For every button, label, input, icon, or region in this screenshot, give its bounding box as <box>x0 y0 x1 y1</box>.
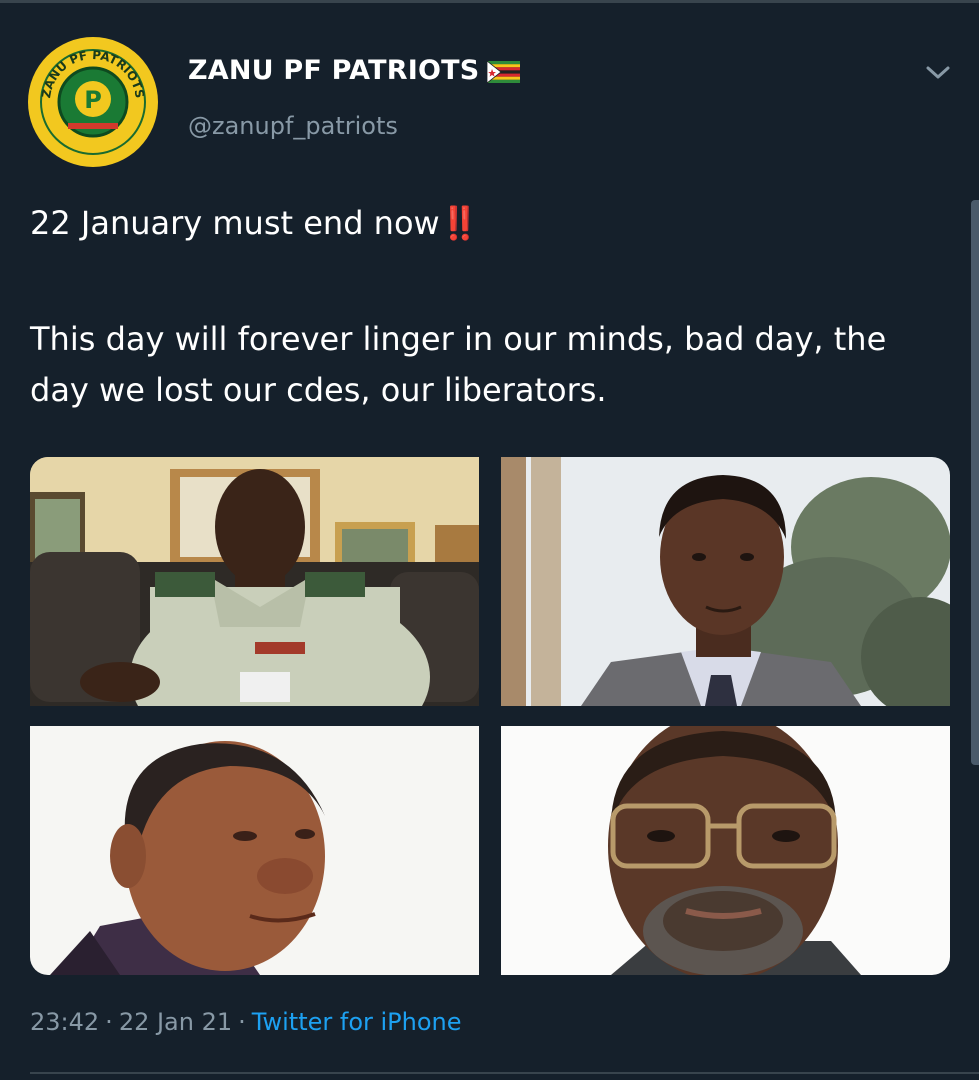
tweet-date[interactable]: 22 Jan 21 <box>119 1008 232 1036</box>
meta-separator: · <box>105 1008 113 1036</box>
meta-separator: · <box>238 1008 246 1036</box>
display-name-row[interactable]: ZANU PF PATRIOTS <box>188 50 521 90</box>
photo-3[interactable] <box>30 726 479 975</box>
tweet-time[interactable]: 23:42 <box>30 1008 99 1036</box>
tweet-text-line1: 22 January must end now‼️ <box>30 198 950 249</box>
top-divider <box>0 0 979 3</box>
tweet-text-body: This day will forever linger in our mind… <box>30 320 887 410</box>
tweet-text-headline: 22 January must end now <box>30 204 440 242</box>
zanu-pf-patriots-logo: P ZANU PF PATRIOTS <box>29 38 157 166</box>
photo-2[interactable] <box>501 457 950 706</box>
photo-icon <box>501 457 950 706</box>
svg-text:P: P <box>84 86 102 114</box>
scrollbar[interactable] <box>971 200 979 765</box>
double-exclamation-emoji: ‼️ <box>439 204 480 242</box>
photo-icon <box>30 457 479 706</box>
zimbabwe-flag-icon <box>487 59 521 84</box>
media-grid <box>30 457 950 975</box>
photo-icon <box>501 726 950 975</box>
display-name[interactable]: ZANU PF PATRIOTS <box>188 55 479 86</box>
photo-4[interactable] <box>501 726 950 975</box>
author-block: ZANU PF PATRIOTS @zanupf_patriots <box>188 50 521 140</box>
photo-icon <box>30 726 479 975</box>
tweet-source-link[interactable]: Twitter for iPhone <box>252 1008 462 1036</box>
tweet-meta: 23:42 · 22 Jan 21 · Twitter for iPhone <box>30 1008 462 1036</box>
avatar[interactable]: P ZANU PF PATRIOTS <box>28 37 158 167</box>
bottom-divider <box>30 1072 979 1074</box>
handle[interactable]: @zanupf_patriots <box>188 112 520 140</box>
photo-1[interactable] <box>30 457 479 706</box>
chevron-down-icon[interactable] <box>924 60 952 84</box>
